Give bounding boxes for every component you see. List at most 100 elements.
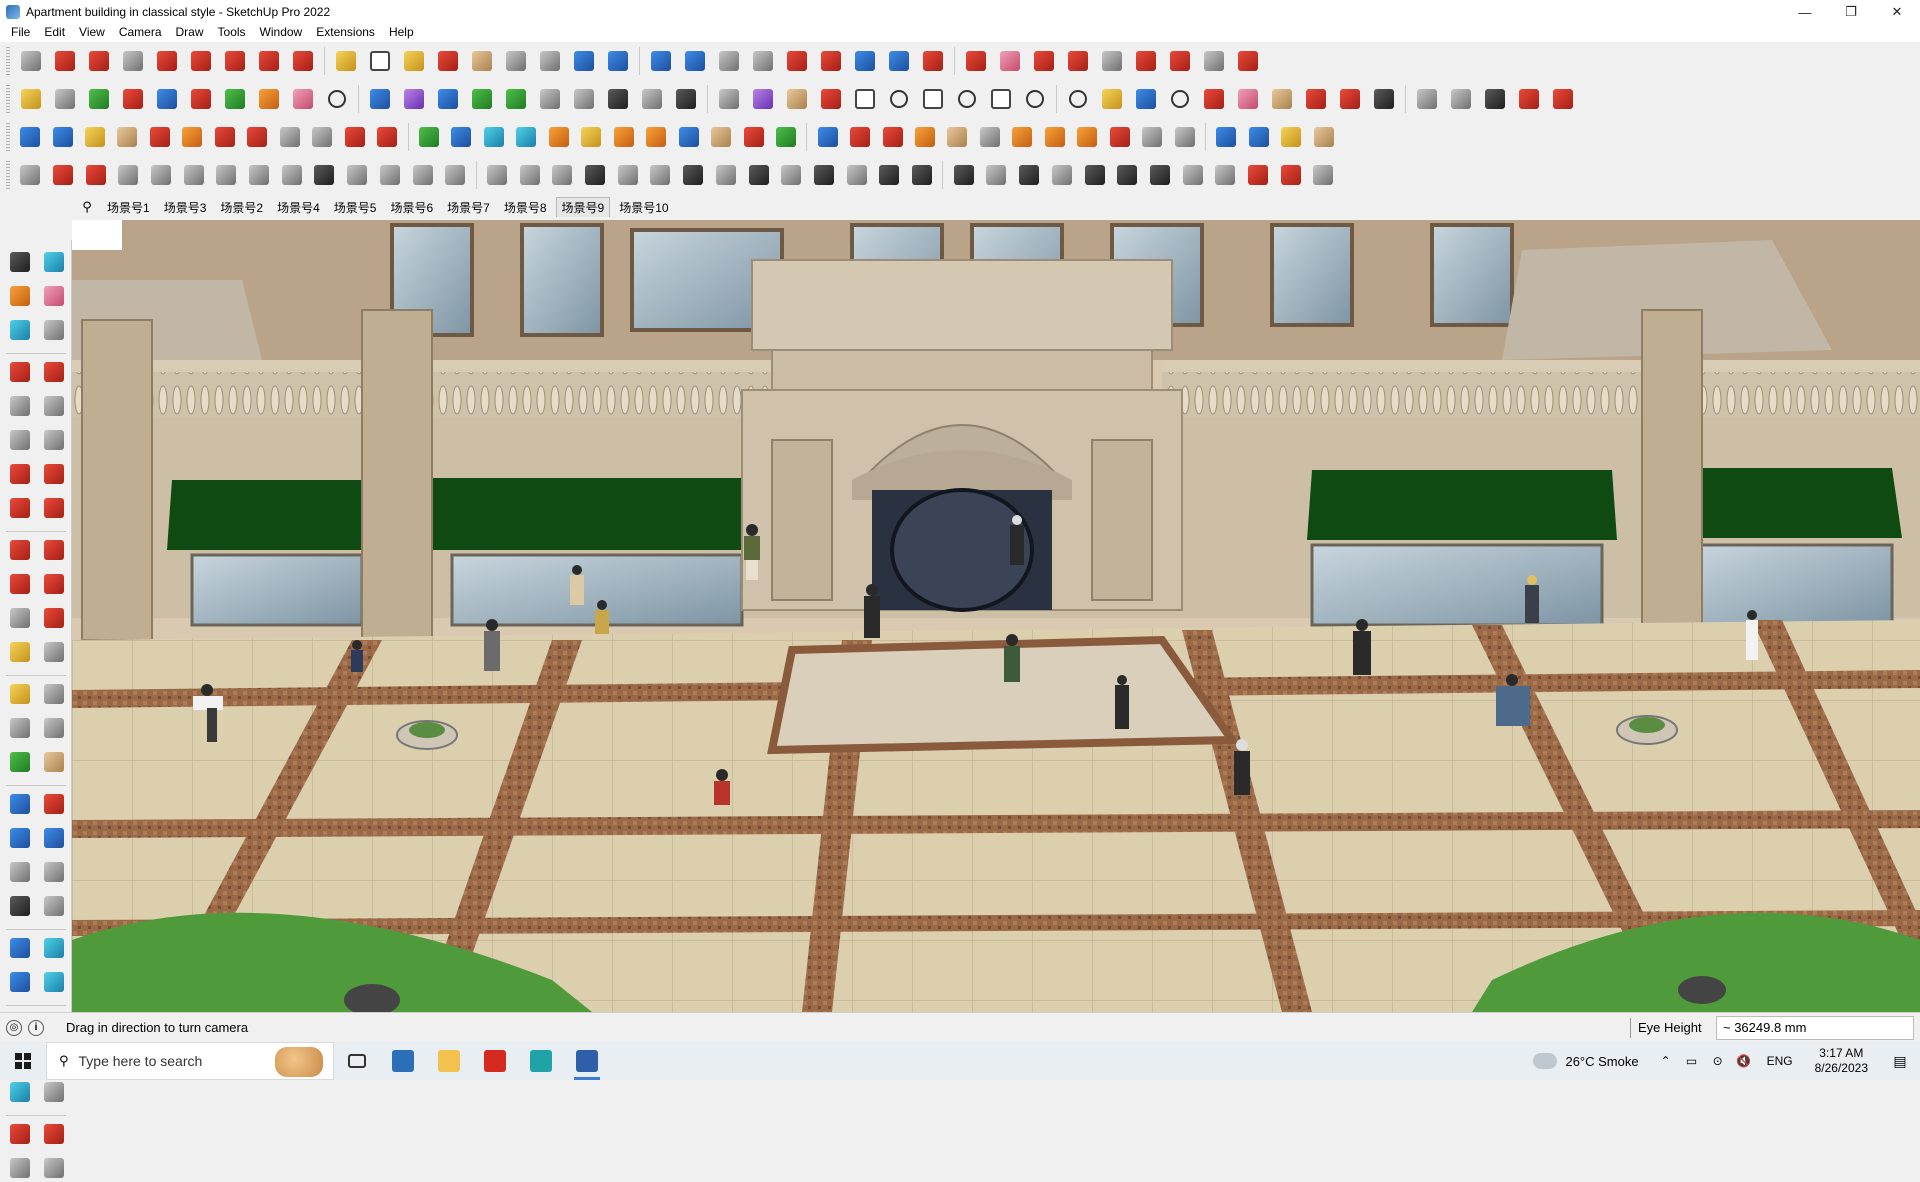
sandbox-tool-39-button[interactable] — [1278, 122, 1304, 152]
sandbox-tool-10-button[interactable] — [309, 122, 335, 152]
scene-tab-6[interactable]: 场景号6 — [385, 197, 438, 217]
drawing-tool-13-button[interactable] — [409, 160, 436, 190]
standard-tool-31-button[interactable] — [1064, 46, 1092, 76]
standard-tool-28-button[interactable] — [962, 46, 990, 76]
info-icon[interactable]: i — [28, 1019, 44, 1036]
left-tool-3-button[interactable] — [6, 282, 34, 310]
views-tool-30-button[interactable] — [1021, 84, 1049, 114]
sandbox-tool-2-button[interactable] — [49, 122, 75, 152]
standard-tool-13-button[interactable] — [434, 46, 462, 76]
views-tool-2-button[interactable] — [51, 84, 79, 114]
standard-tool-22-button[interactable] — [749, 46, 777, 76]
views-tool-36-button[interactable] — [1234, 84, 1262, 114]
standard-tool-32-button[interactable] — [1098, 46, 1126, 76]
standard-tool-33-button[interactable] — [1132, 46, 1160, 76]
scene-tab-7[interactable]: 场景号7 — [442, 197, 495, 217]
drawing-tool-24-button[interactable] — [778, 160, 805, 190]
drawing-tool-9-button[interactable] — [278, 160, 305, 190]
sandbox-grip[interactable] — [6, 123, 10, 151]
language-indicator[interactable]: ENG — [1767, 1054, 1793, 1068]
views-tool-42-button[interactable] — [1447, 84, 1475, 114]
left-tool-11-button[interactable] — [6, 426, 34, 454]
standard-grip[interactable] — [6, 47, 10, 75]
drawing-tool-30-button[interactable] — [983, 160, 1010, 190]
drawing-tool-6-button[interactable] — [180, 160, 207, 190]
standard-tool-9-button[interactable] — [289, 46, 317, 76]
left-tool-2-button[interactable] — [40, 248, 68, 276]
drawing-tool-17-button[interactable] — [549, 160, 576, 190]
left-tool-24-button[interactable] — [40, 638, 68, 666]
left-tool-7-button[interactable] — [6, 358, 34, 386]
drawing-grip[interactable] — [6, 161, 10, 189]
views-tool-26-button[interactable] — [885, 84, 913, 114]
left-tool-33-button[interactable] — [6, 824, 34, 852]
weather-widget[interactable]: 26°C Smoke — [1533, 1053, 1639, 1069]
views-tool-27-button[interactable] — [919, 84, 947, 114]
views-tool-10-button[interactable] — [323, 84, 351, 114]
standard-tool-17-button[interactable] — [570, 46, 598, 76]
drawing-tool-3-button[interactable] — [82, 160, 109, 190]
scene-tab-8[interactable]: 场景号8 — [499, 197, 552, 217]
left-tool-17-button[interactable] — [6, 536, 34, 564]
left-tool-20-button[interactable] — [40, 570, 68, 598]
scene-tab-3[interactable]: 场景号3 — [159, 197, 212, 217]
drawing-tool-5-button[interactable] — [148, 160, 175, 190]
taskbar-acrobat[interactable] — [472, 1042, 518, 1080]
menu-extensions[interactable]: Extensions — [309, 25, 382, 39]
left-tool-52-button[interactable] — [40, 1154, 68, 1182]
views-tool-34-button[interactable] — [1166, 84, 1194, 114]
drawing-tool-34-button[interactable] — [1114, 160, 1141, 190]
task-view-button[interactable] — [334, 1042, 380, 1080]
standard-tool-19-button[interactable] — [647, 46, 675, 76]
standard-tool-2-button[interactable] — [51, 46, 79, 76]
views-tool-1-button[interactable] — [17, 84, 45, 114]
sandbox-tool-14-button[interactable] — [448, 122, 474, 152]
drawing-tool-11-button[interactable] — [344, 160, 371, 190]
menu-tools[interactable]: Tools — [211, 25, 253, 39]
sandbox-tool-35-button[interactable] — [1139, 122, 1165, 152]
drawing-tool-4-button[interactable] — [115, 160, 142, 190]
standard-tool-10-button[interactable] — [332, 46, 360, 76]
drawing-tool-38-button[interactable] — [1245, 160, 1272, 190]
views-tool-19-button[interactable] — [638, 84, 666, 114]
minimize-button[interactable]: — — [1782, 0, 1828, 24]
taskbar-search[interactable]: ⚲ Type here to search — [46, 1042, 334, 1080]
standard-tool-16-button[interactable] — [536, 46, 564, 76]
left-tool-12-button[interactable] — [40, 426, 68, 454]
sandbox-tool-26-button[interactable] — [847, 122, 873, 152]
sandbox-tool-18-button[interactable] — [578, 122, 604, 152]
views-tool-4-button[interactable] — [119, 84, 147, 114]
views-tool-41-button[interactable] — [1413, 84, 1441, 114]
views-tool-25-button[interactable] — [851, 84, 879, 114]
volume-icon[interactable]: 🔇 — [1733, 1054, 1755, 1068]
views-tool-44-button[interactable] — [1515, 84, 1543, 114]
views-tool-6-button[interactable] — [187, 84, 215, 114]
left-tool-5-button[interactable] — [6, 316, 34, 344]
sandbox-tool-29-button[interactable] — [944, 122, 970, 152]
left-tool-51-button[interactable] — [6, 1154, 34, 1182]
standard-tool-1-button[interactable] — [17, 46, 45, 76]
views-tool-31-button[interactable] — [1064, 84, 1092, 114]
standard-tool-23-button[interactable] — [783, 46, 811, 76]
views-tool-23-button[interactable] — [783, 84, 811, 114]
left-tool-9-button[interactable] — [6, 392, 34, 420]
scene-tab-5[interactable]: 场景号5 — [329, 197, 382, 217]
sandbox-tool-27-button[interactable] — [879, 122, 905, 152]
left-tool-31-button[interactable] — [6, 790, 34, 818]
geo-location-icon[interactable]: ◎ — [6, 1019, 22, 1036]
views-tool-13-button[interactable] — [434, 84, 462, 114]
model-viewport[interactable] — [72, 220, 1920, 1012]
drawing-tool-23-button[interactable] — [745, 160, 772, 190]
menu-help[interactable]: Help — [382, 25, 421, 39]
left-tool-32-button[interactable] — [40, 790, 68, 818]
menu-file[interactable]: File — [4, 25, 37, 39]
left-tool-26-button[interactable] — [40, 680, 68, 708]
left-tool-18-button[interactable] — [40, 536, 68, 564]
sandbox-tool-36-button[interactable] — [1172, 122, 1198, 152]
left-tool-16-button[interactable] — [40, 494, 68, 522]
views-tool-32-button[interactable] — [1098, 84, 1126, 114]
sandbox-tool-12-button[interactable] — [374, 122, 400, 152]
views-tool-45-button[interactable] — [1549, 84, 1577, 114]
views-tool-17-button[interactable] — [570, 84, 598, 114]
left-tool-21-button[interactable] — [6, 604, 34, 632]
